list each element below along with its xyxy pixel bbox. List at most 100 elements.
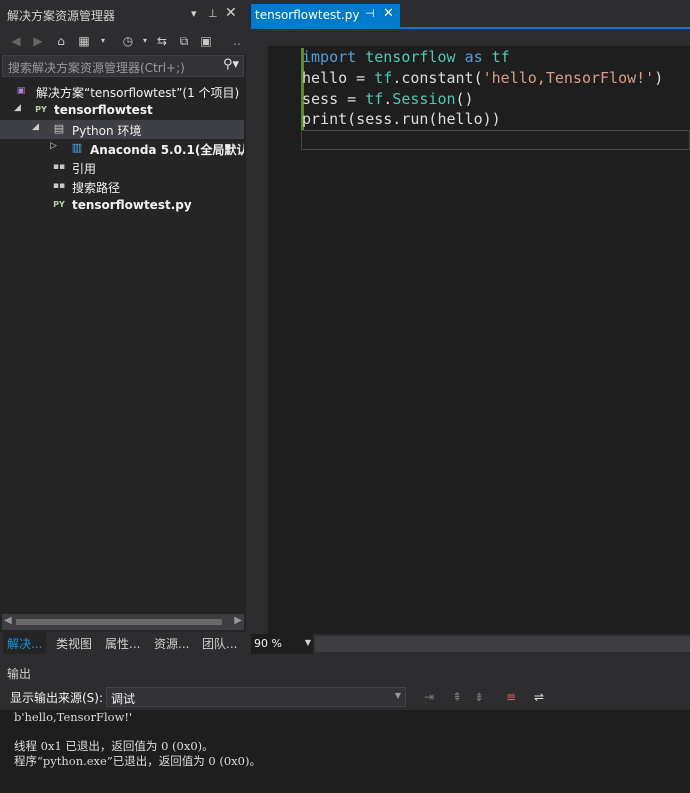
code-token: tensorflow xyxy=(365,48,456,66)
pin-icon[interactable]: ⊣ xyxy=(365,7,375,20)
output-line: 程序“python.exe”已退出，返回值为 0 (0x0)。 xyxy=(14,754,261,768)
code-token: hello = xyxy=(302,69,375,87)
close-icon[interactable]: ✕ xyxy=(383,6,394,21)
tree-item-label: 解决方案“tensorflowtest”(1 个项目) xyxy=(36,86,240,100)
editor-tab-strip: tensorflowtest.py ⊣ ✕ xyxy=(251,0,690,27)
search-box[interactable]: 搜索解决方案资源管理器(Ctrl+;) ⚲▾ xyxy=(2,55,244,77)
editor-navigation-bar xyxy=(251,27,690,46)
word-wrap-icon[interactable]: ⇌ xyxy=(530,688,548,706)
tree-item-py-file[interactable]: PY tensorflowtest.py xyxy=(0,196,244,215)
tab-team[interactable]: 团队... xyxy=(198,632,241,654)
find-message-icon[interactable]: ⇥ xyxy=(420,688,438,706)
tab-class-view[interactable]: 类视图 xyxy=(52,632,96,654)
chevron-down-icon[interactable]: ▾ xyxy=(94,32,112,50)
next-message-icon[interactable]: ⇟ xyxy=(470,688,488,706)
code-token: 'hello,TensorFlow!' xyxy=(482,69,655,87)
home-icon[interactable]: ⌂ xyxy=(52,32,70,50)
output-source-select[interactable]: 调试 ▼ xyxy=(106,687,406,707)
tree-item-label: 引用 xyxy=(72,162,97,176)
search-paths-icon: ▪▪ xyxy=(52,181,66,191)
chevron-down-icon[interactable]: ▼ xyxy=(305,638,311,647)
tab-solution-explorer[interactable]: 解决... xyxy=(3,632,47,654)
code-token: () xyxy=(455,90,474,108)
back-icon[interactable]: ◀ xyxy=(7,32,25,50)
solution-icon: ▣ xyxy=(16,86,26,96)
code-line-3[interactable]: sess = tf.Session() xyxy=(301,89,690,110)
solution-tree: ▣ 解决方案“tensorflowtest”(1 个项目) ◢ PY tenso… xyxy=(0,82,244,614)
search-icon[interactable]: ⚲▾ xyxy=(223,57,239,72)
tree-item-search-paths[interactable]: ▪▪ 搜索路径 xyxy=(0,177,244,196)
collapse-all-icon[interactable]: ⧉ xyxy=(175,32,193,50)
references-icon: ▪▪ xyxy=(52,162,66,172)
panel-title: 解决方案资源管理器 xyxy=(7,9,116,23)
chevron-down-icon[interactable]: ▾ xyxy=(136,32,154,50)
expanded-arrow-icon[interactable]: ◢ xyxy=(32,122,42,132)
code-token: import xyxy=(302,48,357,66)
code-line-2[interactable]: hello = tf.constant('hello,TensorFlow!') xyxy=(301,68,690,89)
search-input[interactable]: 搜索解决方案资源管理器(Ctrl+;) xyxy=(8,59,185,76)
current-line-highlight[interactable] xyxy=(301,130,690,150)
sync-icon[interactable]: ⇆ xyxy=(153,32,171,50)
tab-tensorflowtest-py[interactable]: tensorflowtest.py ⊣ ✕ xyxy=(251,4,400,27)
scroll-thumb[interactable] xyxy=(16,619,222,625)
panel-title: 输出 xyxy=(7,667,32,681)
tree-item-python-env[interactable]: ◢ ▤ Python 环境 xyxy=(0,120,244,139)
code-token: .constant( xyxy=(392,69,483,87)
tree-item-project[interactable]: ◢ PY tensorflowtest xyxy=(0,101,244,120)
environment-icon: ▤ xyxy=(53,122,65,135)
python-project-icon: PY xyxy=(35,105,47,114)
editor-status-bar: 90 % ▼ xyxy=(251,634,690,654)
scroll-right-icon[interactable]: ▶ xyxy=(234,615,242,626)
interpreter-icon: ▥ xyxy=(71,141,83,154)
output-text[interactable]: b'hello,TensorFlow!' 线程 0x1 已退出，返回值为 0 (… xyxy=(0,710,690,793)
output-line: b'hello,TensorFlow!' xyxy=(14,710,133,724)
more-icon[interactable]: ‥ xyxy=(228,32,246,50)
code-line-1[interactable]: import tensorflow as tf xyxy=(301,47,690,68)
pending-changes-icon[interactable]: ◷ xyxy=(119,32,137,50)
tab-properties[interactable]: 属性... xyxy=(101,632,144,654)
expanded-arrow-icon[interactable]: ◢ xyxy=(14,103,24,113)
code-token: . xyxy=(383,90,393,108)
python-file-icon: PY xyxy=(53,200,65,209)
output-line: 线程 0x1 已退出，返回值为 0 (0x0)。 xyxy=(14,739,214,753)
chevron-down-icon[interactable]: ▼ xyxy=(395,691,401,700)
code-line-4[interactable]: print(sess.run(hello)) xyxy=(301,109,690,130)
zoom-dropdown[interactable]: 90 % ▼ xyxy=(251,634,313,654)
switch-views-icon[interactable]: ▦ xyxy=(75,32,93,50)
scroll-left-icon[interactable]: ◀ xyxy=(4,615,12,626)
code-token: ) xyxy=(654,69,664,87)
show-all-files-icon[interactable]: ▣ xyxy=(197,32,215,50)
editor-horizontal-scrollbar[interactable] xyxy=(315,636,690,652)
close-icon[interactable]: ✕ xyxy=(225,5,237,21)
dropdown-icon[interactable]: ▾ xyxy=(191,7,197,20)
tree-item-label: tensorflowtest xyxy=(54,103,153,117)
tree-item-solution[interactable]: ▣ 解决方案“tensorflowtest”(1 个项目) xyxy=(0,82,244,101)
zoom-level: 90 % xyxy=(254,637,282,650)
tab-resources[interactable]: 资源... xyxy=(150,632,193,654)
tab-label: tensorflowtest.py xyxy=(255,8,360,22)
pin-icon[interactable]: ⊥ xyxy=(208,7,218,20)
panel-tabs: 解决... 类视图 属性... 资源... 团队... xyxy=(0,632,246,654)
clear-all-icon[interactable]: ≡ xyxy=(502,688,520,706)
selected-source: 调试 xyxy=(111,692,136,706)
tree-item-label: Anaconda 5.0.1(全局默认值 xyxy=(90,143,244,157)
tree-item-label: tensorflowtest.py xyxy=(72,198,192,212)
output-toolbar: 显示输出来源(S): 调试 ▼ ⇥ ⇞ ⇟ ≡ ⇌ xyxy=(0,684,690,710)
tree-item-anaconda[interactable]: ▷ ▥ Anaconda 5.0.1(全局默认值 xyxy=(0,139,244,158)
solution-explorer-toolbar: ◀ ▶ ⌂ ▦ ▾ ◷ ▾ ⇆ ⧉ ▣ ‥ xyxy=(0,28,246,54)
previous-message-icon[interactable]: ⇞ xyxy=(448,688,466,706)
code-token: tf xyxy=(491,48,510,66)
collapsed-arrow-icon[interactable]: ▷ xyxy=(50,141,60,151)
code-token: as xyxy=(464,48,483,66)
tree-item-references[interactable]: ▪▪ 引用 xyxy=(0,158,244,177)
forward-icon[interactable]: ▶ xyxy=(29,32,47,50)
code-editor[interactable]: import tensorflow as tf hello = tf.const… xyxy=(251,46,690,634)
output-titlebar: 输出 xyxy=(0,660,690,684)
output-panel: 输出 显示输出来源(S): 调试 ▼ ⇥ ⇞ ⇟ ≡ ⇌ b'hello,Ten… xyxy=(0,660,690,793)
editor-margin xyxy=(251,46,268,634)
tree-item-label: 搜索路径 xyxy=(72,181,121,195)
horizontal-scrollbar[interactable]: ◀ ▶ xyxy=(2,614,244,630)
